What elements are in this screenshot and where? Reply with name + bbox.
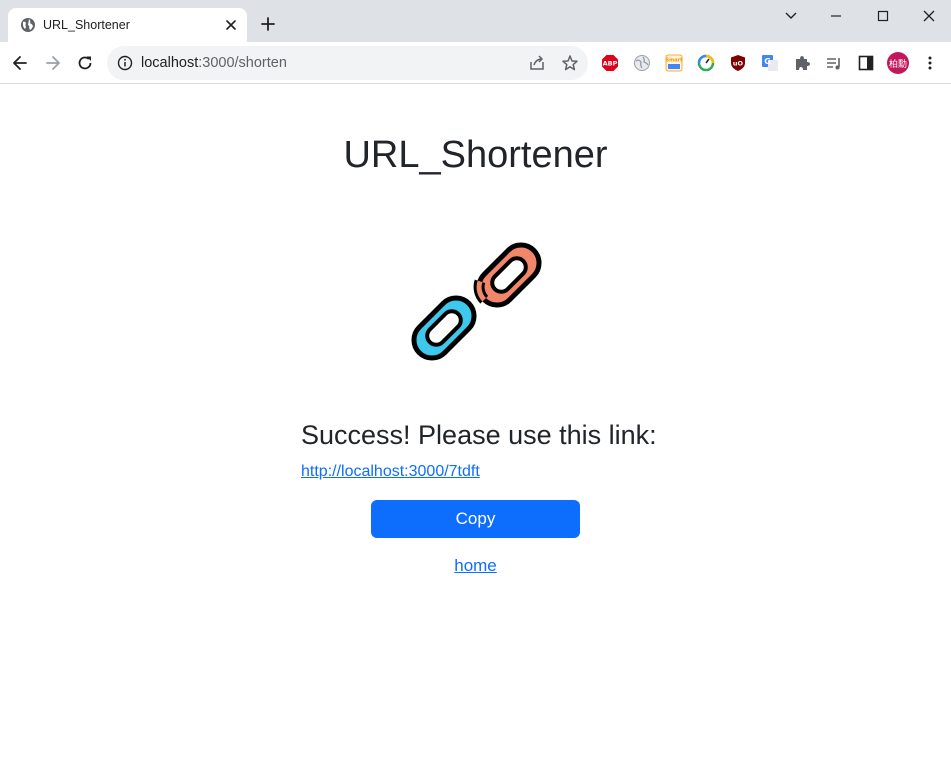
browser-tab[interactable]: URL_Shortener: [8, 8, 247, 42]
url-path: :3000/shorten: [198, 55, 287, 71]
copy-button[interactable]: Copy: [371, 500, 580, 538]
url-text[interactable]: localhost:3000/shorten: [141, 55, 287, 71]
browser-titlebar: URL_Shortener: [0, 0, 951, 42]
media-queue-icon[interactable]: [825, 54, 843, 72]
minimize-icon[interactable]: [826, 6, 846, 26]
home-link-wrapper: home: [0, 556, 951, 576]
extensions-puzzle-icon[interactable]: [793, 54, 811, 72]
success-message: Success! Please use this link:: [301, 420, 657, 450]
ublock-origin-icon[interactable]: uO: [729, 54, 747, 72]
gauge-extension-icon[interactable]: [697, 54, 715, 72]
site-info-icon[interactable]: [117, 55, 133, 71]
more-menu-icon[interactable]: [921, 54, 939, 72]
bookmark-star-icon[interactable]: [561, 54, 579, 72]
chain-link-icon: [411, 242, 542, 361]
close-tab-icon[interactable]: [223, 17, 239, 33]
svg-text:Smart: Smart: [665, 58, 683, 64]
smart-pm-icon[interactable]: Smart: [665, 54, 683, 72]
page-title: URL_Shortener: [343, 134, 608, 176]
profile-avatar[interactable]: 柏勳: [887, 52, 909, 74]
globe-icon: [21, 18, 35, 32]
tab-search-chevron-icon[interactable]: [781, 6, 801, 26]
adblock-plus-icon[interactable]: ABP: [601, 54, 619, 72]
url-host: localhost: [141, 55, 199, 71]
back-arrow-icon[interactable]: [10, 53, 30, 73]
svg-text:G: G: [764, 57, 771, 66]
tab-title: URL_Shortener: [43, 18, 130, 32]
browser-toolbar: localhost:3000/shorten ABP Smart uO G 柏勳: [0, 42, 951, 84]
share-icon[interactable]: [528, 54, 546, 72]
svg-text:ABP: ABP: [603, 60, 618, 68]
close-window-icon[interactable]: [919, 6, 939, 26]
side-panel-icon[interactable]: [857, 54, 875, 72]
home-link[interactable]: home: [454, 556, 497, 575]
forward-arrow-icon[interactable]: [43, 53, 63, 73]
new-tab-plus-icon[interactable]: [259, 15, 277, 33]
globe-extension-icon[interactable]: [633, 54, 651, 72]
reload-icon[interactable]: [75, 53, 95, 73]
short-url-link[interactable]: http://localhost:3000/7tdft: [301, 462, 480, 482]
google-translate-icon[interactable]: G: [761, 54, 779, 72]
svg-text:uO: uO: [733, 60, 744, 68]
address-bar[interactable]: localhost:3000/shorten: [107, 46, 588, 80]
maximize-icon[interactable]: [873, 6, 893, 26]
